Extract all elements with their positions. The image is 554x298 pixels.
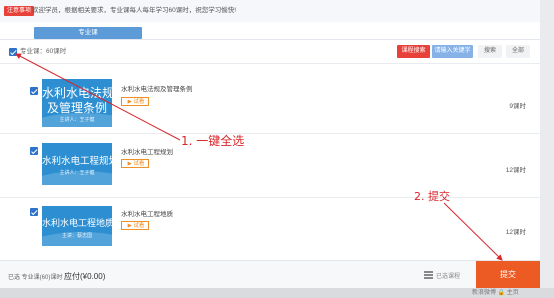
notice-text: 欢迎学员，根据相关要求，专业课每人每年学习60课时，祝您学习愉快! — [32, 7, 237, 14]
course-hours: 9课时 — [509, 103, 526, 110]
divider — [0, 63, 540, 64]
tab-divider — [0, 39, 540, 40]
thumb-title: 水利水电工程地质 — [42, 219, 112, 229]
divider — [0, 197, 540, 198]
tab-professional[interactable]: 专业课 — [34, 27, 142, 39]
footer-summary: 已选 专业课(60)课时 应付(¥0.00) — [8, 271, 105, 282]
trial-label: 试看 — [133, 223, 145, 229]
course-thumbnail[interactable]: 水利水电工程规划 主讲人：王子健 — [42, 143, 112, 185]
course-hours: 12课时 — [505, 229, 526, 236]
list-icon[interactable] — [424, 271, 433, 279]
course-thumbnail[interactable]: 水利水电工程地质 主讲：蔡志国 — [42, 206, 112, 246]
course-checkbox[interactable] — [30, 87, 38, 95]
status-bar-text: 新浪微博 🔒 主页 — [472, 290, 519, 296]
course-title[interactable]: 水利水电工程规划 — [121, 146, 173, 156]
thumb-title-line2: 及管理条例 — [46, 101, 107, 115]
toolbar-label: 专业课：60课时 — [20, 48, 67, 55]
course-search-button[interactable]: 课程搜索 — [397, 45, 430, 58]
course-checkbox[interactable] — [30, 147, 38, 155]
notice-tag: 注意事项 — [4, 6, 35, 16]
divider — [0, 133, 540, 134]
keyword-input[interactable]: 请输入关键字 — [432, 45, 473, 58]
course-checkbox[interactable] — [30, 208, 38, 216]
trial-label: 试看 — [133, 99, 145, 105]
notice-bar: 注意事项 欢迎学员，根据相关要求，专业课每人每年学习60课时，祝您学习愉快! — [0, 0, 540, 22]
selected-summary: 已选 专业课(60)课时 — [8, 275, 63, 281]
footer-bar: 已选 专业课(60)课时 应付(¥0.00) 已选课程 提交 — [0, 260, 540, 289]
amount-due: 应付(¥0.00) — [64, 272, 106, 281]
course-hours: 12课时 — [505, 167, 526, 174]
search-button[interactable]: 搜索 — [478, 45, 502, 58]
trial-button[interactable]: ▶ 试看 — [121, 97, 149, 106]
trial-button[interactable]: ▶ 试看 — [121, 221, 149, 230]
browser-status-bar — [0, 288, 554, 298]
annotation-select-all: 1. 一键全选 — [181, 134, 245, 148]
selected-courses-link[interactable]: 已选课程 — [436, 271, 460, 280]
thumb-title: 水利水电工程规划 — [42, 156, 112, 167]
submit-button[interactable]: 提交 — [476, 261, 540, 289]
trial-button[interactable]: ▶ 试看 — [121, 159, 149, 168]
course-title[interactable]: 水利水电法规及管理条例 — [121, 83, 193, 93]
thumb-lecturer: 主讲：蔡志国 — [61, 233, 92, 239]
trial-label: 试看 — [133, 161, 145, 167]
thumb-lecturer: 主讲人：王子健 — [59, 117, 95, 123]
course-title[interactable]: 水利水电工程地质 — [121, 208, 173, 218]
select-all-checkbox[interactable] — [9, 48, 17, 56]
thumb-lecturer: 主讲人：王子健 — [59, 170, 95, 176]
annotation-submit: 2. 提交 — [414, 190, 450, 203]
course-thumbnail[interactable]: 水利水电法规 及管理条例 主讲人：王子健 — [42, 79, 112, 127]
all-button[interactable]: 全部 — [506, 45, 530, 58]
course-selection-panel: 注意事项 欢迎学员，根据相关要求，专业课每人每年学习60课时，祝您学习愉快! 专… — [0, 0, 540, 289]
